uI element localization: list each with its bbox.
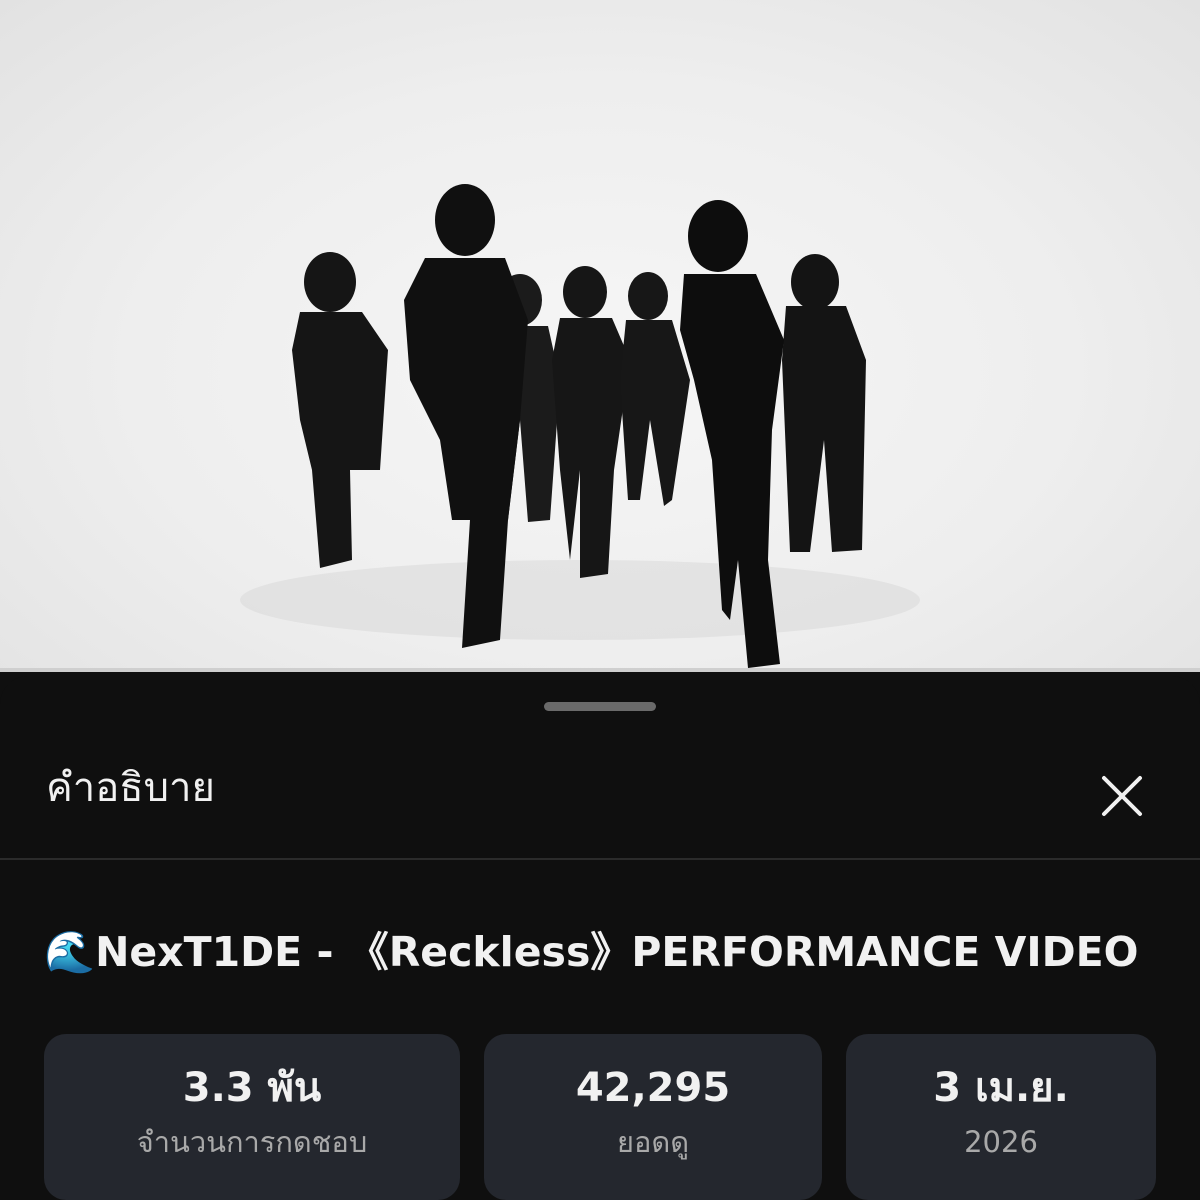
video-frame-dancers [240, 184, 920, 668]
dancer [292, 252, 388, 568]
likes-count: 3.3 พัน [182, 1065, 322, 1111]
close-icon [1102, 776, 1142, 816]
date-stat-card[interactable]: 3 เม.ย. 2026 [846, 1034, 1156, 1200]
upload-date: 3 เม.ย. [933, 1065, 1069, 1111]
likes-stat-card[interactable]: 3.3 พัน จำนวนการกดชอบ [44, 1034, 460, 1200]
sheet-drag-handle[interactable] [544, 702, 656, 711]
description-sheet: คำอธิบาย 🌊NexT1DE - 《Reckless》PERFORMANC… [0, 676, 1200, 1200]
screen: คำอธิบาย 🌊NexT1DE - 《Reckless》PERFORMANC… [0, 0, 1200, 1200]
sheet-title: คำอธิบาย [46, 765, 215, 811]
video-title-text: NexT1DE - 《Reckless》PERFORMANCE VIDEO [95, 928, 1139, 976]
views-stat-card[interactable]: 42,295 ยอดดู [484, 1034, 822, 1200]
video-progress-bar[interactable] [0, 668, 1200, 672]
sheet-divider [0, 858, 1200, 860]
dancer [620, 272, 690, 506]
views-count: 42,295 [575, 1065, 731, 1111]
video-title: 🌊NexT1DE - 《Reckless》PERFORMANCE VIDEO [44, 924, 1139, 980]
video-player[interactable] [0, 0, 1200, 672]
dancer [782, 254, 866, 552]
wave-emoji-icon: 🌊 [44, 928, 96, 976]
upload-year: 2026 [964, 1125, 1038, 1159]
stats-row: 3.3 พัน จำนวนการกดชอบ 42,295 ยอดดู 3 เม.… [44, 1034, 1156, 1200]
views-label: ยอดดู [616, 1125, 690, 1159]
close-button[interactable] [1092, 766, 1152, 826]
likes-label: จำนวนการกดชอบ [136, 1125, 368, 1159]
dancer [552, 266, 630, 578]
